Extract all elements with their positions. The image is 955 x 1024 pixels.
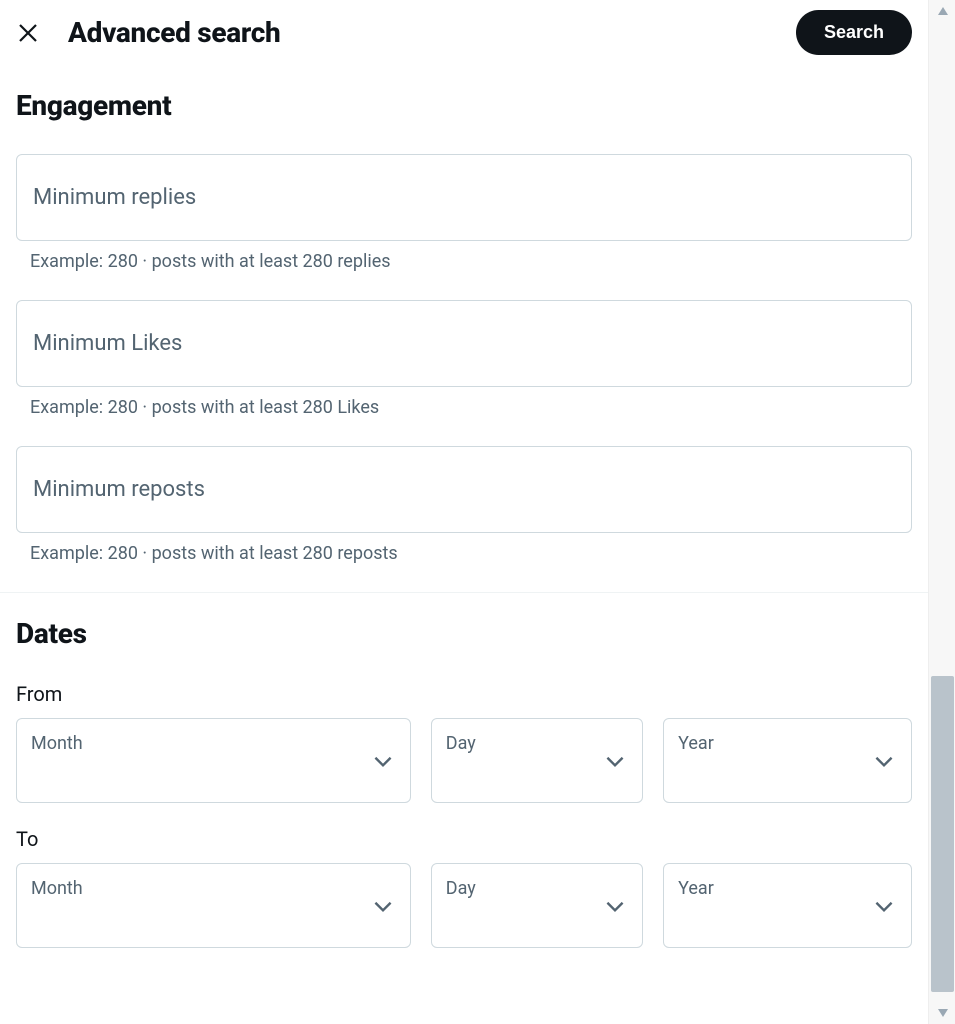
minimum-replies-input[interactable] <box>16 154 912 241</box>
chevron-down-icon <box>602 893 628 919</box>
from-date-label: From <box>16 682 912 706</box>
to-day-select[interactable]: Day <box>431 863 643 948</box>
engagement-section: Engagement Example: 280 · posts with at … <box>0 89 928 564</box>
select-label: Year <box>678 878 714 899</box>
scrollbar-arrow-up-icon[interactable] <box>929 0 955 22</box>
vertical-scrollbar[interactable] <box>928 0 955 1024</box>
chevron-down-icon <box>370 748 396 774</box>
chevron-down-icon <box>602 748 628 774</box>
close-icon[interactable] <box>16 21 40 45</box>
to-month-select[interactable]: Month <box>16 863 411 948</box>
to-date-label: To <box>16 827 912 851</box>
to-date-row: Month Day Year <box>16 863 912 948</box>
minimum-likes-field: Example: 280 · posts with at least 280 L… <box>16 300 912 418</box>
scrollbar-thumb[interactable] <box>931 676 954 992</box>
scrollbar-arrow-down-icon[interactable] <box>929 1002 955 1024</box>
from-month-select[interactable]: Month <box>16 718 411 803</box>
modal-header: Advanced search Search <box>0 0 928 65</box>
from-date-row: Month Day Year <box>16 718 912 803</box>
dates-section: Dates From Month Day Year T <box>0 617 928 948</box>
select-label: Day <box>446 878 476 899</box>
chevron-down-icon <box>370 893 396 919</box>
minimum-reposts-input[interactable] <box>16 446 912 533</box>
search-button[interactable]: Search <box>796 10 912 55</box>
to-year-select[interactable]: Year <box>663 863 912 948</box>
from-year-select[interactable]: Year <box>663 718 912 803</box>
minimum-replies-helper: Example: 280 · posts with at least 280 r… <box>16 251 912 272</box>
select-label: Month <box>31 878 83 899</box>
select-label: Day <box>446 733 476 754</box>
engagement-section-title: Engagement <box>16 89 912 122</box>
minimum-reposts-field: Example: 280 · posts with at least 280 r… <box>16 446 912 564</box>
minimum-replies-field: Example: 280 · posts with at least 280 r… <box>16 154 912 272</box>
minimum-likes-input[interactable] <box>16 300 912 387</box>
select-label: Year <box>678 733 714 754</box>
page-title: Advanced search <box>68 16 768 49</box>
chevron-down-icon <box>871 748 897 774</box>
dates-section-title: Dates <box>16 617 912 650</box>
minimum-reposts-helper: Example: 280 · posts with at least 280 r… <box>16 543 912 564</box>
select-label: Month <box>31 733 83 754</box>
minimum-likes-helper: Example: 280 · posts with at least 280 L… <box>16 397 912 418</box>
chevron-down-icon <box>871 893 897 919</box>
section-divider <box>0 592 928 593</box>
from-day-select[interactable]: Day <box>431 718 643 803</box>
